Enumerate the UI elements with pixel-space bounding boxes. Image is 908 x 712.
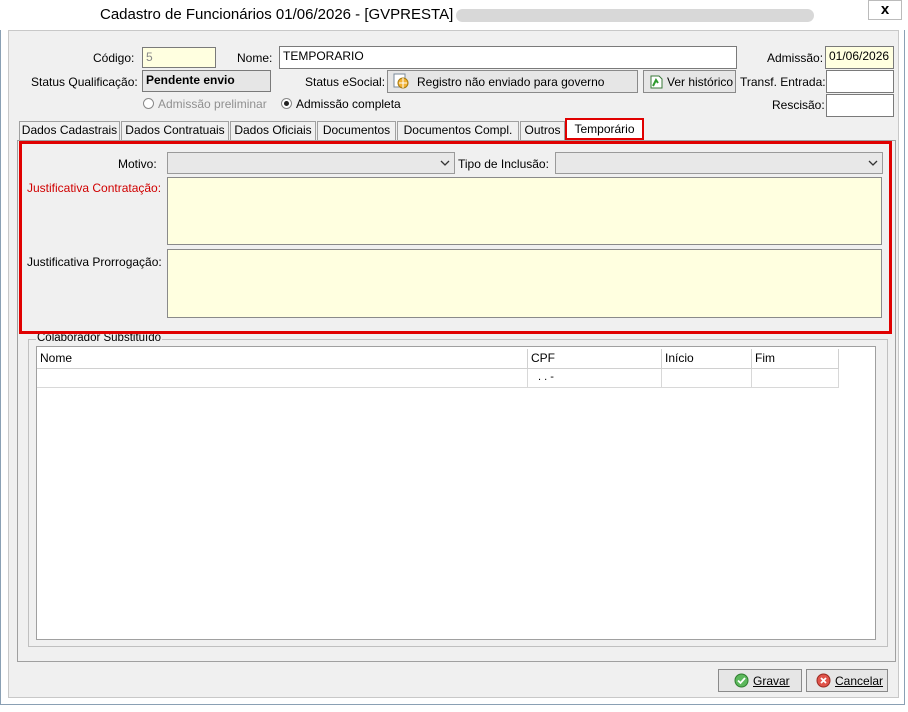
nome-label: Nome: <box>237 51 273 65</box>
ver-historico-label: Ver histórico <box>667 75 734 89</box>
tab-documentos-compl[interactable]: Documentos Compl. <box>397 121 519 140</box>
table-cell-fim[interactable] <box>752 369 839 388</box>
globe-document-icon <box>393 73 409 89</box>
table-cell-nome[interactable] <box>37 369 528 388</box>
column-header-nome[interactable]: Nome <box>37 349 528 369</box>
nome-field[interactable]: TEMPORARIO <box>279 46 737 69</box>
justificativa-contratacao-label: Justificativa Contratação: <box>27 181 162 195</box>
column-header-fim[interactable]: Fim <box>752 349 839 369</box>
admissao-completa-label: Admissão completa <box>296 97 401 111</box>
codigo-label: Código: <box>93 51 135 65</box>
close-icon: x <box>880 1 890 18</box>
gravar-button[interactable]: Gravar <box>718 669 802 692</box>
tab-temporario[interactable]: Temporário <box>565 118 644 140</box>
admissao-field[interactable]: 01/06/2026 <box>825 46 894 69</box>
cancelar-label: Cancelar <box>835 674 884 688</box>
tab-dados-contratuais[interactable]: Dados Contratuais <box>121 121 229 140</box>
status-qualificacao-label: Status Qualificação: <box>31 75 138 89</box>
admissao-label: Admissão: <box>767 51 824 65</box>
justificativa-contratacao-field[interactable] <box>167 177 882 245</box>
ver-historico-button[interactable]: Ver histórico <box>643 70 736 93</box>
motivo-label: Motivo: <box>118 157 157 171</box>
table-cell-cpf[interactable]: . . - <box>528 369 662 388</box>
admissao-completa-radio[interactable] <box>281 98 292 109</box>
tab-documentos[interactable]: Documentos <box>317 121 396 140</box>
title-bar: Cadastro de Funcionários 01/06/2026 - [G… <box>0 0 905 30</box>
window-title: Cadastro de Funcionários 01/06/2026 - [G… <box>100 6 463 23</box>
transf-entrada-field[interactable] <box>826 70 894 93</box>
table-cell-inicio[interactable] <box>662 369 752 388</box>
tab-dados-cadastrais[interactable]: Dados Cadastrais <box>19 121 120 140</box>
title-redacted <box>456 9 814 22</box>
admissao-preliminar-label: Admissão preliminar <box>158 97 267 111</box>
colaborador-grid[interactable] <box>36 346 876 640</box>
codigo-field[interactable]: 5 <box>142 47 216 68</box>
motivo-select[interactable] <box>167 152 455 174</box>
tipo-inclusao-label: Tipo de Inclusão: <box>458 157 549 171</box>
close-button[interactable]: x <box>868 0 902 20</box>
justificativa-prorrogacao-field[interactable] <box>167 249 882 318</box>
rescisao-field[interactable] <box>826 94 894 117</box>
admissao-preliminar-radio[interactable] <box>143 98 154 109</box>
chevron-down-icon <box>866 154 880 172</box>
status-esocial-label: Status eSocial: <box>305 75 386 89</box>
chevron-down-icon <box>438 154 452 172</box>
tab-dados-oficiais[interactable]: Dados Oficiais <box>230 121 316 140</box>
tipo-inclusao-select[interactable] <box>555 152 883 174</box>
cancel-icon <box>816 673 831 688</box>
cancelar-button[interactable]: Cancelar <box>806 669 888 692</box>
justificativa-prorrogacao-label: Justificativa Prorrogação: <box>27 255 162 269</box>
column-header-inicio[interactable]: Início <box>662 349 752 369</box>
tab-outros[interactable]: Outros <box>520 121 565 140</box>
status-esocial-text: Registro não enviado para governo <box>417 75 605 89</box>
history-icon <box>648 74 664 90</box>
check-icon <box>734 673 749 688</box>
status-qualificacao-value: Pendente envio <box>142 70 271 92</box>
transf-entrada-label: Transf. Entrada: <box>740 75 826 89</box>
column-header-cpf[interactable]: CPF <box>528 349 662 369</box>
rescisao-label: Rescisão: <box>772 98 825 112</box>
gravar-label: Gravar <box>753 674 790 688</box>
status-esocial-button[interactable]: Registro não enviado para governo <box>387 70 638 93</box>
